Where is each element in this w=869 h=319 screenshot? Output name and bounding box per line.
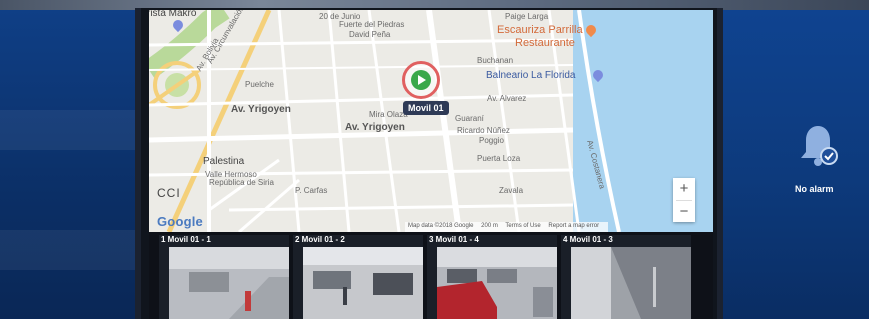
map-data-text: Map data ©2018 Google <box>408 223 474 229</box>
alarm-status-label: No alarm <box>795 184 834 194</box>
panel-band <box>0 110 152 150</box>
area-ccl: CCI <box>157 186 181 200</box>
camera-feed[interactable] <box>437 247 557 319</box>
zoom-control: + − <box>673 178 695 222</box>
camera-tile[interactable]: 3 Movil 01 - 4 <box>427 235 557 319</box>
street-ricardo: Ricardo Núñez <box>457 126 510 135</box>
street-buchanan: Buchanan <box>477 56 514 65</box>
camera-tile[interactable]: 2 Movil 01 - 2 <box>293 235 423 319</box>
street-yrigoyen-2: Av. Yrigoyen <box>345 122 405 133</box>
street-carfas: P. Carfas <box>295 186 328 195</box>
camera-tile[interactable]: 1 Movil 01 - 1 <box>159 235 289 319</box>
camera-title: 4 Movil 01 - 3 <box>563 235 613 244</box>
alarm-panel: No alarm <box>715 10 869 319</box>
play-icon[interactable] <box>411 70 431 90</box>
street-puerta: Puerta Loza <box>477 154 521 163</box>
panel-band <box>0 230 152 270</box>
camera-feed[interactable] <box>571 247 691 319</box>
poi-balneario: Balneario La Florida <box>486 70 576 81</box>
zoom-in-button[interactable]: + <box>673 178 695 200</box>
street-puelche: Puelche <box>245 80 274 89</box>
camera-tile[interactable]: 4 Movil 01 - 3 <box>561 235 691 319</box>
camera-title: 1 Movil 01 - 1 <box>161 235 211 244</box>
street-palestina: Palestina <box>203 156 245 167</box>
poi-escaurizza: Escauriza Parrilla <box>497 24 583 36</box>
street-poggio: Poggio <box>479 136 504 145</box>
street-mira: Mira Olaza <box>369 110 408 119</box>
terms-link[interactable]: Terms of Use <box>505 223 540 229</box>
zoom-out-button[interactable]: − <box>673 201 695 222</box>
map-view[interactable]: rista Makro Escauriza Parrilla Restauran… <box>149 10 713 232</box>
vehicle-label[interactable]: Movil 01 <box>403 101 449 115</box>
scale-text: 200 m <box>481 223 498 229</box>
map-roads <box>149 10 621 232</box>
street-yrigoyen: Av. Yrigoyen <box>231 104 291 115</box>
poi-makro: rista Makro <box>149 10 197 19</box>
camera-grid: 1 Movil 01 - 1 2 Movil 01 - 2 3 Movil 01… <box>149 232 713 319</box>
camera-title: 2 Movil 01 - 2 <box>295 235 345 244</box>
street-david: David Peña <box>349 30 391 39</box>
left-side-panel <box>0 10 152 319</box>
camera-feed[interactable] <box>303 247 423 319</box>
bell-icon[interactable] <box>793 122 843 172</box>
street-republica: República de Siria <box>209 178 274 187</box>
poi-restaurante: Restaurante <box>515 37 575 49</box>
street-fuerte: Fuerte del Piedras <box>339 20 405 29</box>
camera-feed[interactable] <box>169 247 289 319</box>
google-logo: Google <box>157 214 203 229</box>
map-attribution: Map data ©2018 Google 200 m Terms of Use… <box>405 222 609 232</box>
street-alvarez: Av. Alvarez <box>487 94 527 103</box>
camera-title: 3 Movil 01 - 4 <box>429 235 479 244</box>
street-paige: Paige Larga <box>505 12 549 21</box>
street-guarani: Guaraní <box>455 114 484 123</box>
report-link[interactable]: Report a map error <box>548 223 599 229</box>
street-zavala: Zavala <box>499 186 524 195</box>
